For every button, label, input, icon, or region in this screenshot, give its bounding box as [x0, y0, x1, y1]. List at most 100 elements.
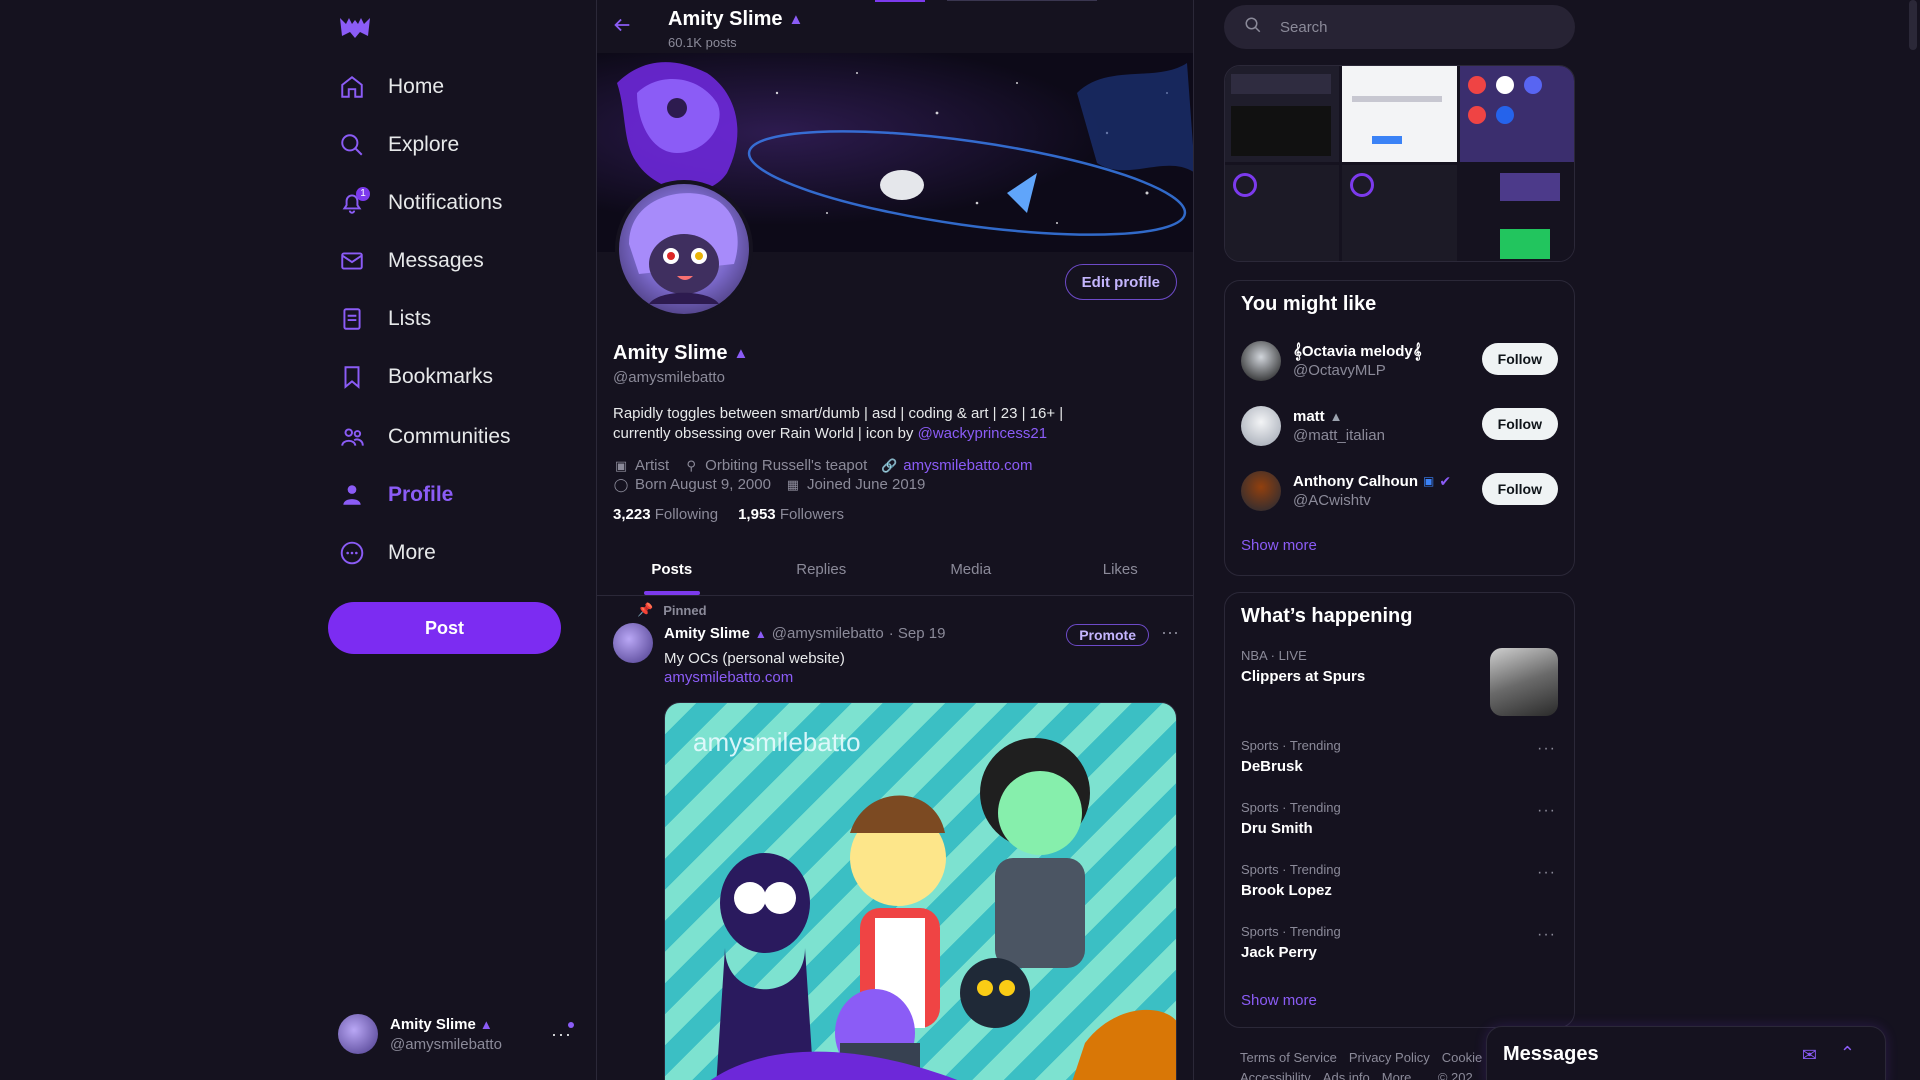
more-dots-icon[interactable]: ···	[1537, 802, 1556, 820]
post-avatar[interactable]	[613, 623, 653, 663]
nav-notifications[interactable]: 1 Notifications	[338, 178, 502, 228]
nav-explore[interactable]: Explore	[338, 120, 459, 170]
tv-icon: ▣	[1422, 474, 1435, 488]
nav-label: Explore	[388, 133, 460, 156]
post-handle[interactable]: @amysmilebatto	[772, 625, 884, 642]
nav-bookmarks[interactable]: Bookmarks	[338, 352, 493, 402]
bat-logo-icon[interactable]	[338, 14, 372, 42]
expand-chevron-icon[interactable]: ⌃	[1840, 1043, 1855, 1064]
user-handle: @matt_italian	[1293, 426, 1385, 444]
suggested-user[interactable]: matt ▲ @matt_italian Follow	[1225, 393, 1574, 458]
promote-button[interactable]: Promote	[1066, 624, 1149, 646]
nav-more[interactable]: More	[338, 528, 436, 578]
trend-title: Dru Smith	[1241, 820, 1313, 837]
nav-communities[interactable]: Communities	[338, 412, 511, 462]
media-thumbnail[interactable]	[1225, 66, 1340, 162]
more-dots-icon[interactable]: ···	[1537, 926, 1556, 944]
new-message-icon[interactable]: ✉	[1802, 1045, 1817, 1066]
profile-website-link[interactable]: amysmilebatto.com	[903, 456, 1032, 475]
profile-category: Artist	[635, 457, 670, 474]
media-thumbnail[interactable]	[1225, 165, 1340, 261]
balloon-icon: ◯	[613, 476, 629, 492]
show-more-link[interactable]: Show more	[1225, 523, 1574, 572]
search-bar[interactable]	[1224, 5, 1575, 49]
user-name: Anthony Calhoun	[1293, 472, 1418, 490]
bell-icon: 1	[338, 187, 370, 217]
account-handle: @amysmilebatto	[390, 1035, 502, 1053]
nav-profile[interactable]: Profile	[338, 470, 453, 520]
trend-category: Sports · Trending	[1241, 738, 1341, 753]
trend-item[interactable]: NBA · LIVE Clippers at Spurs	[1225, 640, 1574, 730]
nav-messages[interactable]: Messages	[338, 236, 484, 286]
who-to-follow-title: You might like	[1241, 293, 1377, 315]
bio-line: Rapidly toggles between smart/dumb | asd…	[613, 405, 1064, 422]
follow-stats: 3,223 Following 1,953 Followers	[613, 506, 844, 523]
user-handle: @OctavyMLP	[1293, 361, 1386, 379]
tab-replies[interactable]: Replies	[747, 543, 897, 595]
post-image[interactable]: amysmilebatto	[664, 702, 1177, 1080]
footer-links: Accessibility Ads info More ... © 202	[1240, 1070, 1473, 1080]
link-icon: 🔗	[881, 457, 898, 473]
media-thumbnail[interactable]	[1342, 165, 1457, 261]
account-switcher[interactable]: Amity Slime ▲ @amysmilebatto ···	[338, 1010, 578, 1058]
footer-link[interactable]: Ads info	[1323, 1070, 1370, 1080]
following-link[interactable]: 3,223 Following	[613, 506, 718, 523]
post-header: Amity Slime ▲ @amysmilebatto · Sep 19	[664, 625, 945, 642]
who-to-follow-card: You might like 𝄞Octavia melody𝄞 @OctavyML…	[1224, 280, 1575, 576]
show-more-link[interactable]: Show more	[1225, 978, 1574, 1027]
account-name: Amity Slime	[390, 1015, 476, 1033]
profile-column: Amity Slime ▲ 60.1K posts Edit profile A…	[596, 0, 1194, 1080]
media-thumbnail[interactable]	[1459, 165, 1574, 261]
trend-item[interactable]: Sports · Trending Jack Perry ···	[1225, 916, 1574, 978]
footer-link[interactable]: Cookie	[1442, 1050, 1482, 1065]
scroll-indicator	[875, 0, 925, 2]
scrollbar-thumb[interactable]	[1909, 0, 1917, 50]
suggested-user[interactable]: Anthony Calhoun ▣ ✔ @ACwishtv Follow	[1225, 458, 1574, 523]
bio-mention-link[interactable]: @wackyprincess21	[918, 425, 1047, 442]
profile-header-bar: Amity Slime ▲ 60.1K posts	[597, 0, 1193, 53]
nav-lists[interactable]: Lists	[338, 294, 431, 344]
page-scrollbar[interactable]	[1906, 0, 1920, 1080]
media-thumbnail[interactable]	[1342, 66, 1457, 162]
footer-link[interactable]: Accessibility	[1240, 1070, 1311, 1080]
briefcase-icon: ▣	[614, 457, 628, 473]
trend-title: DeBrusk	[1241, 758, 1303, 775]
search-input[interactable]	[1280, 18, 1540, 36]
follow-button[interactable]: Follow	[1481, 408, 1558, 440]
more-circle-icon	[338, 539, 366, 567]
media-thumbnail-grid	[1224, 65, 1575, 262]
follow-button[interactable]: Follow	[1481, 473, 1558, 505]
shark-emoji-icon: ▲	[1329, 408, 1343, 424]
back-arrow-icon[interactable]	[611, 14, 635, 38]
tab-media[interactable]: Media	[896, 543, 1046, 595]
footer-link[interactable]: Terms of Service	[1240, 1050, 1337, 1065]
nav-home[interactable]: Home	[338, 62, 444, 112]
trend-item[interactable]: Sports · Trending Dru Smith ···	[1225, 792, 1574, 854]
follow-button[interactable]: Follow	[1481, 343, 1558, 375]
post-button[interactable]: Post	[328, 602, 561, 654]
trend-item[interactable]: Sports · Trending DeBrusk ···	[1225, 730, 1574, 792]
post-date[interactable]: · Sep 19	[889, 625, 946, 642]
posts-count: 60.1K posts	[668, 35, 737, 50]
profile-avatar[interactable]	[615, 180, 753, 318]
footer-link[interactable]: Privacy Policy	[1349, 1050, 1430, 1065]
active-tab-indicator	[643, 591, 700, 595]
more-dots-icon[interactable]: ···	[1537, 740, 1556, 758]
footer-link[interactable]: More ...	[1382, 1070, 1426, 1080]
messages-drawer[interactable]: Messages ✉ ⌃	[1486, 1026, 1886, 1080]
post-author[interactable]: Amity Slime	[664, 625, 750, 642]
followers-link[interactable]: 1,953 Followers	[738, 506, 844, 523]
tab-posts[interactable]: Posts	[597, 543, 747, 595]
more-dots-icon[interactable]: ···	[1537, 864, 1556, 882]
location-pin-icon: ⚲	[686, 457, 696, 473]
edit-profile-button[interactable]: Edit profile	[1064, 264, 1177, 300]
bio-line: currently obsessing over Rain World | ic…	[613, 425, 918, 442]
more-dots-icon[interactable]: ···	[1161, 622, 1179, 643]
media-thumbnail[interactable]	[1459, 66, 1574, 162]
footer-links: Terms of Service Privacy Policy Cookie	[1240, 1050, 1482, 1065]
mail-icon	[338, 247, 366, 275]
tab-likes[interactable]: Likes	[1046, 543, 1194, 595]
suggested-user[interactable]: 𝄞Octavia melody𝄞 @OctavyMLP Follow	[1225, 328, 1574, 393]
trend-item[interactable]: Sports · Trending Brook Lopez ···	[1225, 854, 1574, 916]
post-link[interactable]: amysmilebatto.com	[664, 669, 793, 686]
